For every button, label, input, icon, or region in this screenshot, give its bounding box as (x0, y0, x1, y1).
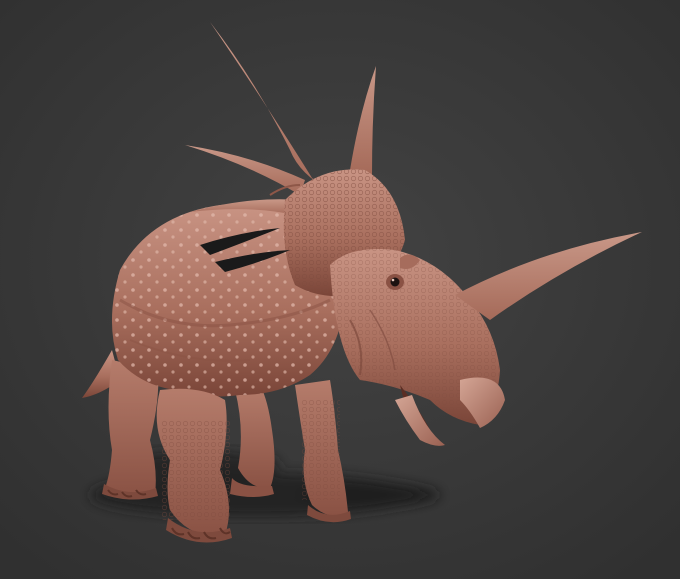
styracosaurus-render (0, 0, 680, 579)
eye (386, 274, 404, 290)
front-leg-near (156, 388, 232, 543)
render-viewport (0, 0, 680, 579)
